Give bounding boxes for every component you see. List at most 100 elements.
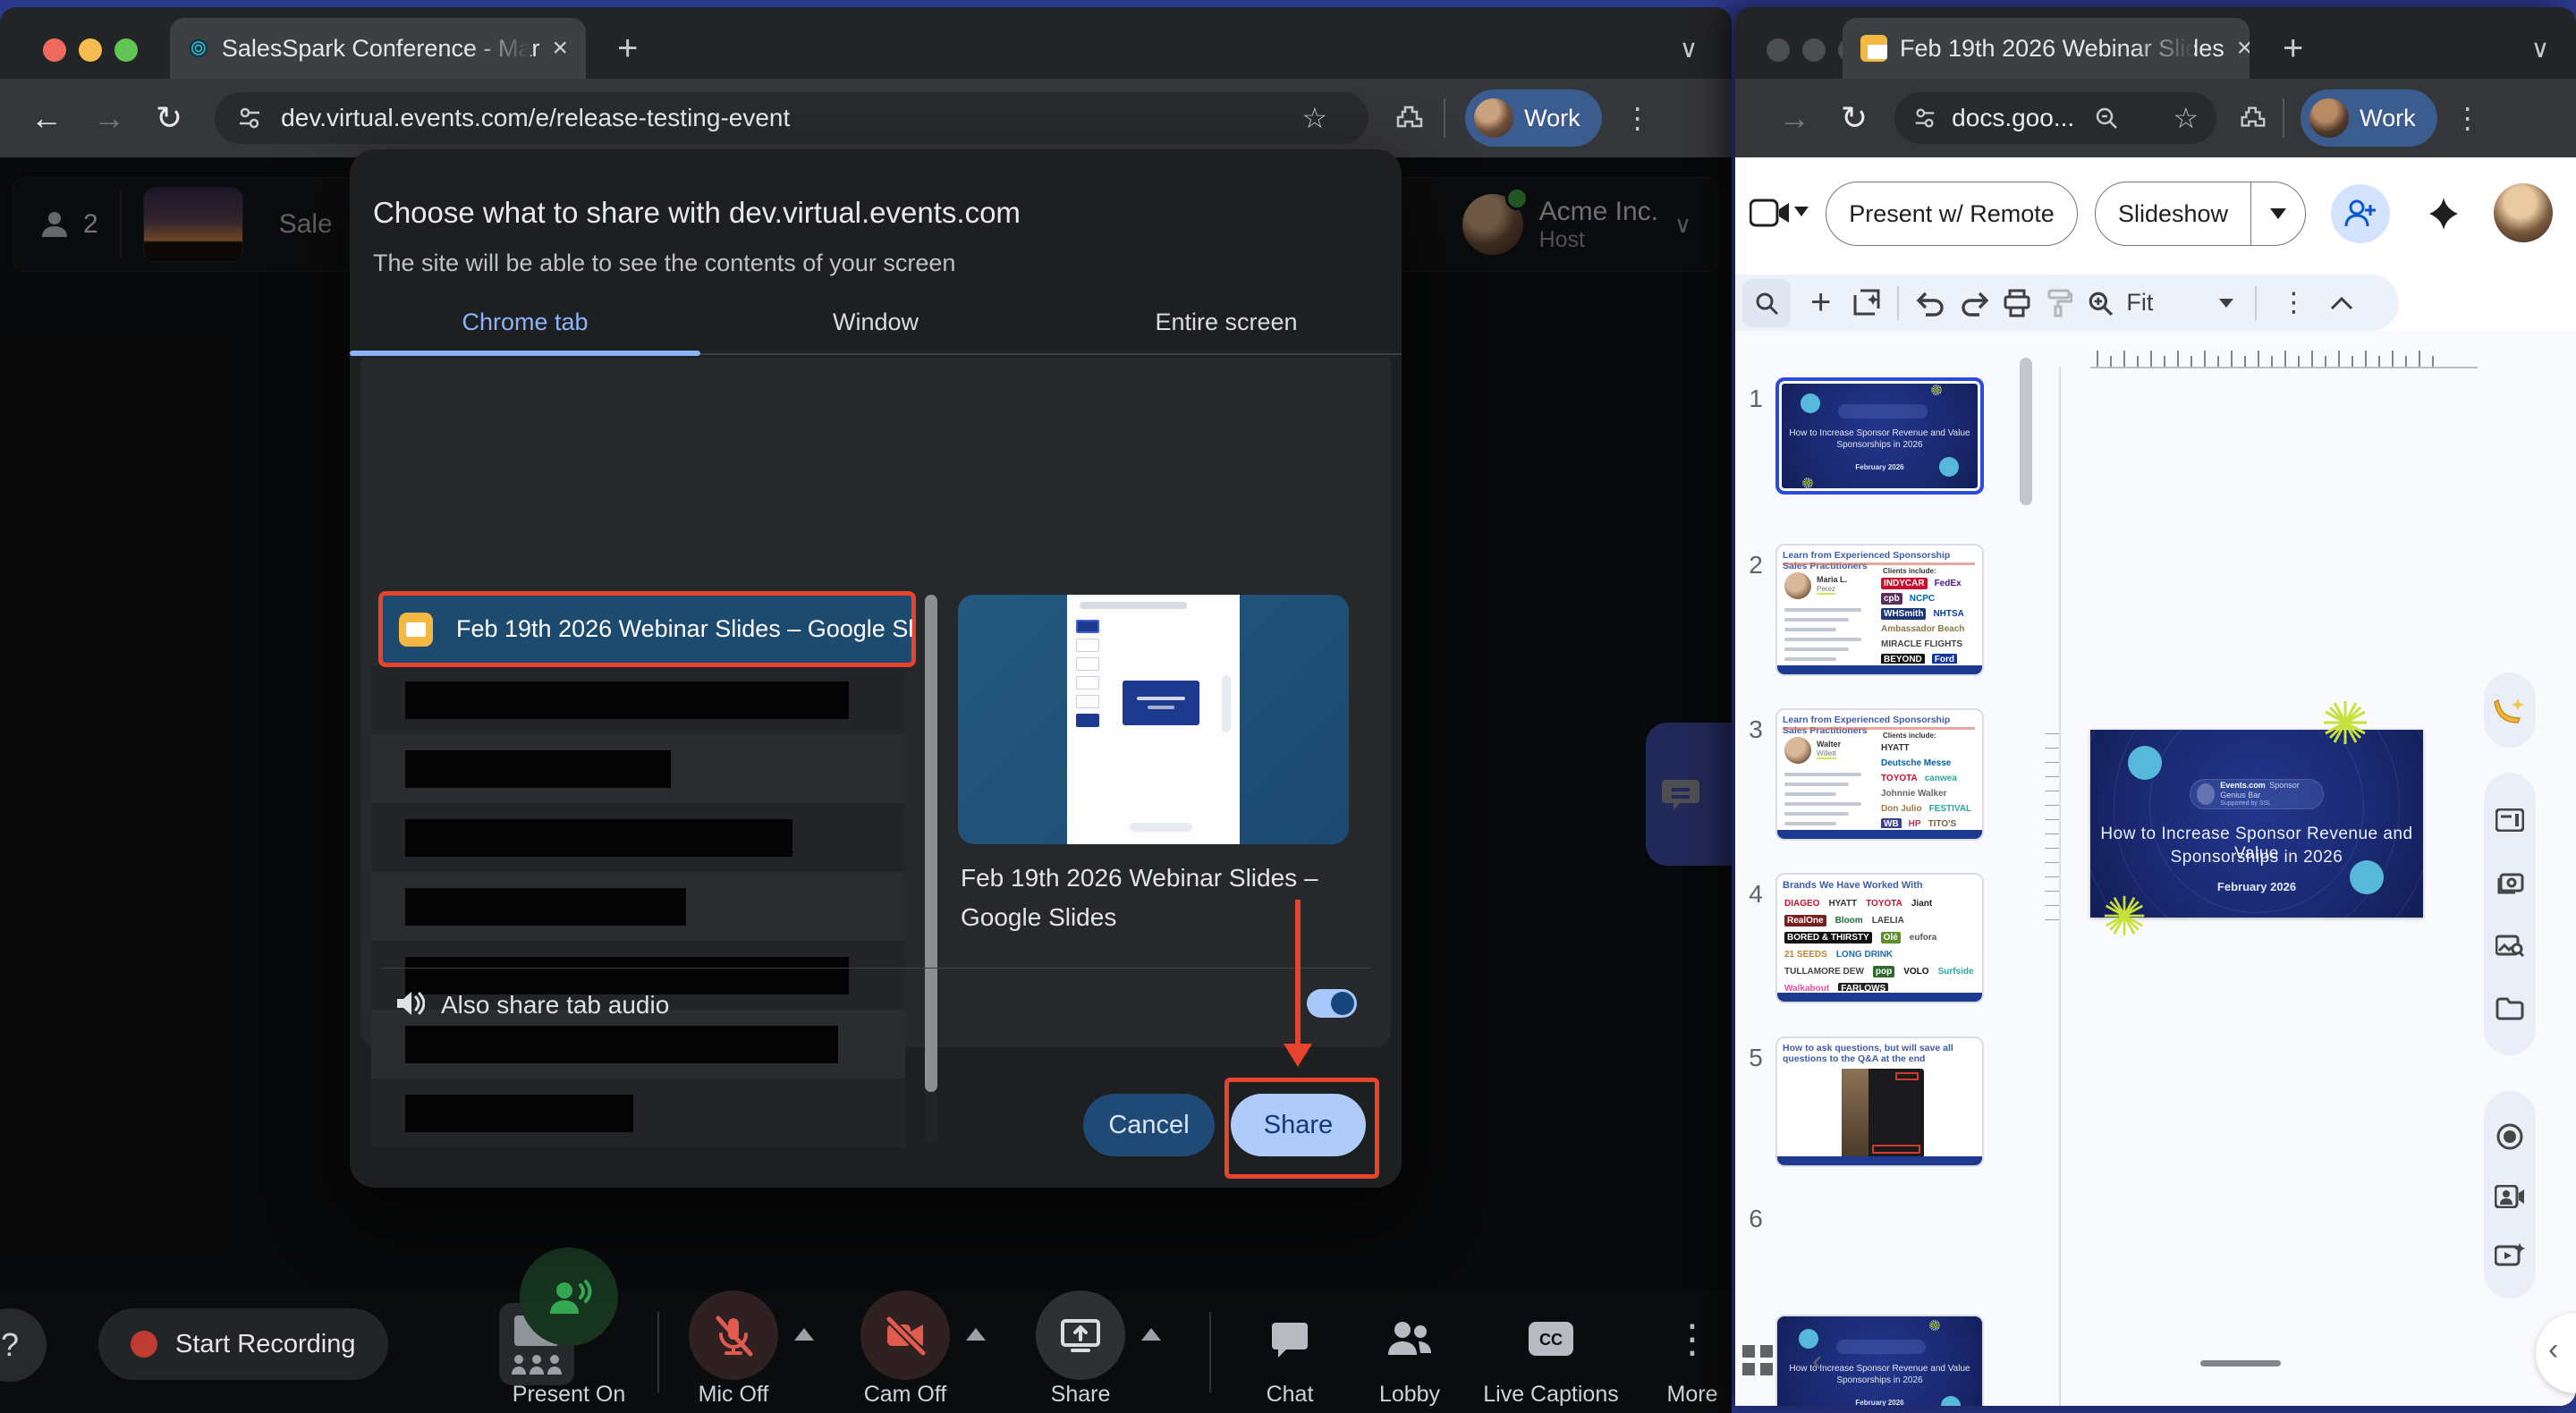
slide-thumbnail-5[interactable]: How to ask questions, but will save all …: [1775, 1036, 1984, 1167]
tab-source-row-redacted[interactable]: [371, 1079, 905, 1147]
close-window-button-inactive[interactable]: [1767, 38, 1790, 62]
browser-tab-salesspark[interactable]: SalesSpark Conference - Mar ×: [170, 18, 586, 79]
reload-icon-right[interactable]: ↻: [1841, 99, 1868, 137]
collapse-filmstrip-chevron-icon[interactable]: ‹: [1812, 1344, 1822, 1379]
address-bar-right[interactable]: docs.goo... ☆: [1894, 92, 2216, 144]
toolbar-overflow-icon[interactable]: ⋮: [2280, 287, 2307, 318]
image-search-panel-icon[interactable]: [2496, 934, 2524, 959]
beautify-extension-button[interactable]: [2484, 673, 2536, 748]
logo-chip-21-seeds: 21 SEEDS: [1784, 949, 1827, 960]
redo-icon[interactable]: [1960, 290, 1988, 317]
cam-options-caret-icon[interactable]: [966, 1328, 986, 1341]
tab-source-row-redacted[interactable]: [371, 1010, 905, 1079]
person-camera-panel-icon[interactable]: [2495, 1185, 2525, 1208]
filmstrip-scrollbar[interactable]: [2020, 358, 2032, 505]
gemini-spark-icon[interactable]: [2426, 196, 2462, 232]
paint-format-icon[interactable]: [2046, 289, 2072, 317]
layout-panel-icon[interactable]: [2496, 808, 2524, 832]
record-panel-icon[interactable]: [2496, 1122, 2524, 1151]
slide-thumbnail-4[interactable]: Brands We Have Worked WithDIAGEOHYATTTOY…: [1775, 873, 1984, 1003]
zoom-caret-down-icon[interactable]: [2219, 299, 2233, 308]
tab-search-chevron-icon-right[interactable]: ∨: [2517, 25, 2563, 72]
video-sparkle-panel-icon[interactable]: [2495, 1242, 2525, 1267]
cam-off-button[interactable]: [860, 1290, 950, 1380]
address-bar[interactable]: dev.virtual.events.com/e/release-testing…: [215, 92, 1368, 144]
forward-icon-right[interactable]: →: [1778, 99, 1810, 137]
new-slide-template-icon[interactable]: [1851, 288, 1881, 318]
minimize-window-button[interactable]: [79, 38, 102, 62]
tab-close-icon[interactable]: ×: [552, 33, 568, 63]
more-button[interactable]: ⋮: [1653, 1299, 1732, 1378]
slide-thumbnail-3[interactable]: Learn from Experienced Sponsorship Sales…: [1775, 708, 1984, 841]
site-settings-icon-right[interactable]: [1912, 106, 1937, 131]
share-access-button[interactable]: [2331, 184, 2390, 243]
profile-button[interactable]: Work: [1465, 89, 1602, 147]
zoom-window-button[interactable]: [114, 38, 138, 62]
tab-source-row-redacted[interactable]: [371, 872, 905, 941]
horizontal-scrollbar[interactable]: [2200, 1360, 2281, 1366]
slideshow-split-button[interactable]: Slideshow: [2095, 182, 2306, 246]
tab-search-chevron-icon[interactable]: ∨: [1665, 25, 1712, 72]
tab-source-selected[interactable]: Feb 19th 2026 Webinar Slides – Google Sl: [378, 591, 916, 667]
main-slide[interactable]: Events.com Sponsor Genius Bar Supported …: [2090, 730, 2423, 918]
close-window-button[interactable]: [43, 38, 66, 62]
photos-panel-icon[interactable]: [2496, 870, 2524, 895]
new-tab-button-right[interactable]: +: [2283, 29, 2303, 69]
browser-menu-icon[interactable]: ⋮: [1623, 101, 1652, 135]
tab-close-icon-right[interactable]: ×: [2237, 33, 2250, 63]
tab-source-row-redacted[interactable]: [371, 734, 905, 803]
help-button[interactable]: ?: [0, 1308, 47, 1382]
reload-icon[interactable]: ↻: [156, 99, 182, 137]
meet-camera-icon[interactable]: [1750, 198, 1791, 228]
forward-icon[interactable]: →: [93, 99, 125, 137]
profile-button-right[interactable]: Work: [2301, 89, 2437, 147]
side-panel-toggle[interactable]: ‹: [2536, 1313, 2576, 1393]
tab-chrome-tab[interactable]: Chrome tab: [350, 309, 700, 336]
cancel-button[interactable]: Cancel: [1083, 1094, 1215, 1156]
zoom-select-value[interactable]: Fit: [2126, 289, 2153, 317]
print-icon[interactable]: [2003, 289, 2031, 317]
live-captions-button[interactable]: CC: [1512, 1299, 1590, 1378]
lobby-button[interactable]: [1370, 1299, 1449, 1378]
start-recording-button[interactable]: Start Recording: [98, 1308, 388, 1380]
new-slide-plus-icon[interactable]: +: [1810, 283, 1831, 323]
tab-window[interactable]: Window: [700, 309, 1051, 336]
mic-options-caret-icon[interactable]: [794, 1328, 814, 1341]
chat-button[interactable]: [1250, 1299, 1329, 1378]
slideshow-options-button[interactable]: [2251, 208, 2305, 219]
slide-thumbnail-2[interactable]: Learn from Experienced Sponsorship Sales…: [1775, 544, 1984, 676]
minimize-window-button-inactive[interactable]: [1802, 38, 1826, 62]
tab-source-row-redacted[interactable]: [371, 665, 905, 734]
share-options-caret-icon[interactable]: [1141, 1328, 1161, 1341]
extensions-icon[interactable]: [1394, 103, 1424, 133]
undo-icon[interactable]: [1917, 290, 1945, 317]
ruler-tick: [2045, 876, 2059, 877]
source-list-scrollbar[interactable]: [925, 595, 937, 1144]
mic-off-button[interactable]: [689, 1290, 778, 1380]
back-icon[interactable]: ←: [30, 99, 63, 137]
present-on-button[interactable]: [520, 1248, 618, 1346]
toolbar-search-button[interactable]: [1742, 279, 1791, 327]
browser-menu-icon-right[interactable]: ⋮: [2453, 101, 2482, 135]
slide-thumbnail-6[interactable]: How to Increase Sponsor Revenue and Valu…: [1775, 1315, 1984, 1406]
zoom-in-icon[interactable]: [2087, 290, 2114, 317]
user-avatar[interactable]: [2494, 183, 2553, 242]
audio-toggle[interactable]: [1307, 989, 1357, 1018]
site-settings-icon[interactable]: [236, 105, 263, 131]
present-with-remote-button[interactable]: Present w/ Remote: [1826, 182, 2078, 246]
browser-tab-slides[interactable]: Feb 19th 2026 Webinar Slides ×: [1843, 18, 2250, 79]
slide-thumbnail-1[interactable]: How to Increase Sponsor Revenue and Valu…: [1775, 377, 1984, 495]
meet-caret-down-icon[interactable]: [1794, 207, 1809, 216]
grid-view-icon[interactable]: [1741, 1343, 1775, 1377]
tab-source-row-redacted[interactable]: [371, 803, 905, 872]
bookmark-star-icon-right[interactable]: ☆: [2173, 101, 2199, 135]
collapse-toolbar-chevron-icon[interactable]: [2330, 296, 2353, 310]
zoom-level-icon[interactable]: [2094, 106, 2119, 131]
folder-panel-icon[interactable]: [2496, 997, 2524, 1020]
bookmark-star-icon[interactable]: ☆: [1301, 101, 1327, 135]
slide-number: 6: [1742, 1205, 1769, 1233]
share-screen-button[interactable]: [1036, 1290, 1125, 1380]
extensions-icon-right[interactable]: [2238, 104, 2267, 132]
new-tab-button[interactable]: +: [617, 29, 638, 69]
tab-entire-screen[interactable]: Entire screen: [1051, 309, 1402, 336]
